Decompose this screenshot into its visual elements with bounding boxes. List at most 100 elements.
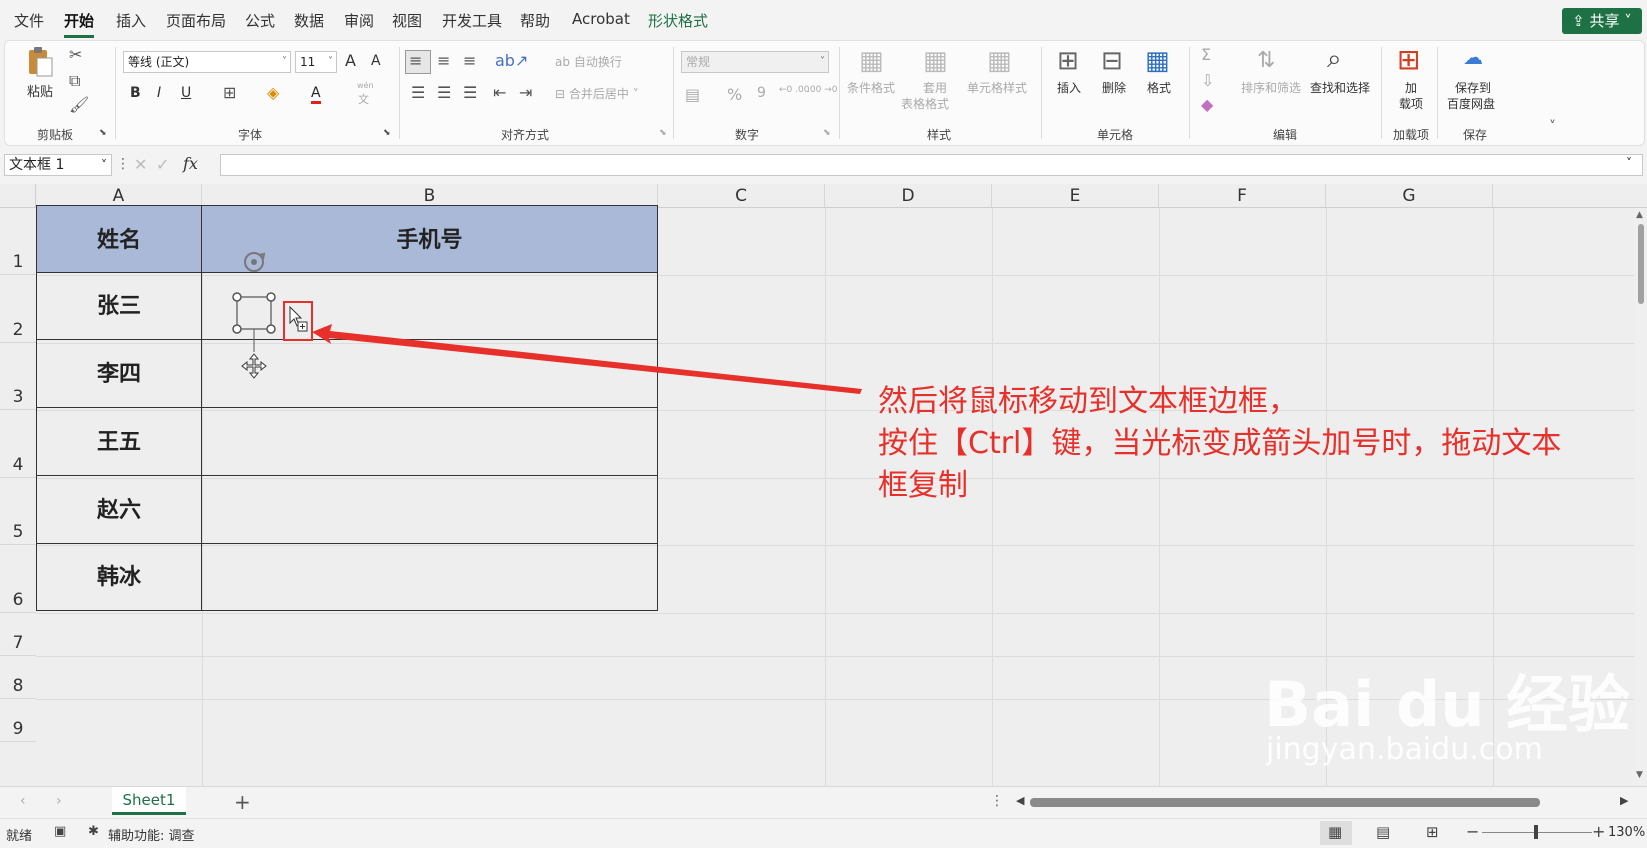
- delete-cells-icon[interactable]: ⊟: [1101, 47, 1123, 75]
- insert-cells-label[interactable]: 插入: [1057, 79, 1081, 96]
- orientation-icon[interactable]: ab↗: [495, 53, 528, 69]
- row-header-7[interactable]: 7: [0, 613, 36, 656]
- cell-phone[interactable]: [201, 476, 658, 544]
- bold-button[interactable]: B: [130, 85, 141, 101]
- number-format-select[interactable]: 常规 ˅: [681, 51, 829, 73]
- font-name-select[interactable]: 等线 (正文) ˅: [123, 51, 291, 73]
- select-all-corner[interactable]: [0, 184, 36, 208]
- cell-phone[interactable]: [201, 408, 658, 476]
- add-sheet-button[interactable]: +: [234, 790, 251, 814]
- font-color-button[interactable]: A: [311, 85, 321, 104]
- formula-input[interactable]: [220, 154, 1643, 176]
- menu-shape-format[interactable]: 形状格式: [648, 10, 708, 31]
- cell-phone[interactable]: [201, 544, 658, 611]
- table-format-icon[interactable]: ▦: [923, 47, 948, 75]
- menu-home[interactable]: 开始: [64, 10, 95, 38]
- align-right-icon[interactable]: ☰: [463, 85, 477, 101]
- menu-data[interactable]: 数据: [294, 10, 324, 31]
- conditional-format-icon[interactable]: ▦: [859, 47, 884, 75]
- collapse-ribbon-icon[interactable]: ˅: [1549, 119, 1556, 135]
- merge-center-button[interactable]: ⊟ 合并后居中 ˅: [555, 85, 639, 102]
- row-header-1[interactable]: 1: [0, 208, 36, 275]
- copy-icon[interactable]: ⧉: [69, 73, 80, 89]
- tab-sheet1[interactable]: Sheet1: [112, 787, 186, 815]
- zoom-level[interactable]: 130%: [1608, 825, 1645, 840]
- menu-acrobat[interactable]: Acrobat: [572, 10, 630, 28]
- dialog-launcher-icon[interactable]: ⬊: [99, 125, 107, 141]
- expand-formula-icon[interactable]: ˅: [1626, 156, 1632, 170]
- resize-handle[interactable]: [232, 324, 242, 334]
- cell-name[interactable]: 李四: [36, 340, 202, 408]
- wrap-text-button[interactable]: ab 自动换行: [555, 53, 622, 70]
- accessibility-icon[interactable]: ✱: [88, 824, 99, 839]
- scroll-down-icon[interactable]: ▼: [1636, 770, 1643, 780]
- search-icon[interactable]: ⌕: [1327, 45, 1342, 73]
- save-cloud-label-1[interactable]: 保存到: [1455, 79, 1491, 96]
- dialog-launcher-icon[interactable]: ⬊: [383, 125, 391, 141]
- cell-name[interactable]: 韩冰: [36, 544, 202, 611]
- border-icon[interactable]: ⊞: [223, 85, 236, 101]
- column-header-d[interactable]: D: [825, 184, 992, 208]
- sort-filter-icon[interactable]: ⇅: [1257, 49, 1275, 73]
- decrease-indent-icon[interactable]: ⇤: [493, 85, 506, 101]
- next-sheet-icon[interactable]: ›: [56, 793, 62, 809]
- cell-styles-label[interactable]: 单元格样式: [967, 79, 1027, 96]
- cancel-icon[interactable]: ✕: [134, 155, 147, 174]
- format-cells-label[interactable]: 格式: [1147, 79, 1171, 96]
- cut-icon[interactable]: ✂: [69, 47, 82, 63]
- row-header-2[interactable]: 2: [0, 275, 36, 343]
- align-center-icon[interactable]: ☰: [437, 85, 451, 101]
- paste-label[interactable]: 粘贴: [27, 81, 53, 100]
- row-header-5[interactable]: 5: [0, 478, 36, 545]
- enter-icon[interactable]: ✓: [156, 155, 169, 174]
- more-options-icon[interactable]: ⋮: [990, 793, 1004, 809]
- format-cells-icon[interactable]: ▦: [1145, 47, 1170, 75]
- column-header-c[interactable]: C: [658, 184, 825, 208]
- find-select-label[interactable]: 查找和选择: [1310, 79, 1370, 96]
- dialog-launcher-icon[interactable]: ⬊: [823, 125, 831, 141]
- increase-indent-icon[interactable]: ⇥: [519, 85, 532, 101]
- percent-button[interactable]: %: [727, 85, 742, 104]
- dialog-launcher-icon[interactable]: ⬊: [659, 125, 667, 141]
- page-layout-view-icon[interactable]: ▤: [1376, 823, 1390, 841]
- menu-view[interactable]: 视图: [392, 10, 422, 31]
- delete-cells-label[interactable]: 删除: [1102, 79, 1126, 96]
- clear-icon[interactable]: ◆: [1201, 97, 1213, 113]
- menu-file[interactable]: 文件: [14, 10, 44, 31]
- cell-styles-icon[interactable]: ▦: [987, 47, 1012, 75]
- shrink-font-button[interactable]: A: [371, 53, 381, 69]
- column-header-e[interactable]: E: [992, 184, 1159, 208]
- cell-name[interactable]: 王五: [36, 408, 202, 476]
- autosum-icon[interactable]: Σ: [1201, 47, 1211, 63]
- accessibility-status[interactable]: 辅助功能: 调查: [108, 825, 195, 844]
- currency-icon[interactable]: ▤: [685, 87, 700, 103]
- scroll-right-icon[interactable]: ▶: [1620, 794, 1628, 807]
- insert-cells-icon[interactable]: ⊞: [1057, 47, 1079, 75]
- menu-developer[interactable]: 开发工具: [442, 10, 502, 31]
- align-middle-icon[interactable]: ≡: [437, 53, 450, 69]
- paste-icon[interactable]: [25, 47, 55, 79]
- share-button[interactable]: ⇪ 共享 ˅: [1562, 8, 1642, 34]
- menu-formulas[interactable]: 公式: [245, 10, 275, 31]
- menu-page-layout[interactable]: 页面布局: [166, 10, 226, 31]
- menu-help[interactable]: 帮助: [520, 10, 550, 31]
- table-format-label2[interactable]: 表格格式: [901, 95, 949, 112]
- row-header-9[interactable]: 9: [0, 699, 36, 742]
- sort-filter-label[interactable]: 排序和筛选: [1241, 79, 1301, 96]
- menu-insert[interactable]: 插入: [116, 10, 146, 31]
- row-header-3[interactable]: 3: [0, 343, 36, 410]
- scroll-up-icon[interactable]: ▲: [1636, 210, 1643, 220]
- vertical-scroll-thumb[interactable]: [1638, 224, 1644, 304]
- prev-sheet-icon[interactable]: ‹: [20, 793, 26, 809]
- row-header-8[interactable]: 8: [0, 656, 36, 699]
- decrease-decimal-button[interactable]: .00 →0: [807, 85, 837, 95]
- text-box-shape[interactable]: [228, 240, 288, 380]
- grow-font-button[interactable]: A: [345, 51, 356, 70]
- table-format-label1[interactable]: 套用: [923, 79, 947, 96]
- save-cloud-label-2[interactable]: 百度网盘: [1447, 95, 1495, 112]
- menu-review[interactable]: 审阅: [344, 10, 374, 31]
- fill-color-icon[interactable]: ◈: [267, 85, 279, 101]
- fill-icon[interactable]: ⇩: [1201, 73, 1214, 89]
- more-options-icon[interactable]: ⋮: [116, 156, 130, 172]
- addins-label-2[interactable]: 载项: [1399, 95, 1423, 112]
